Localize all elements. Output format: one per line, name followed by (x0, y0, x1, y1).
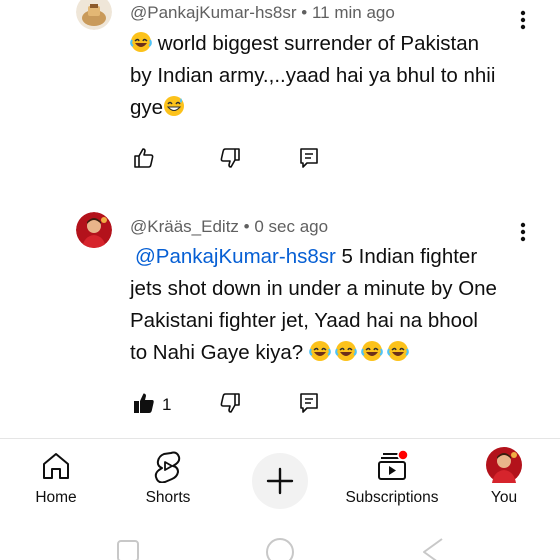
comment-line: world biggest surrender of Pakistan (152, 32, 480, 55)
comment-line: gye (130, 96, 164, 119)
emoji-row (309, 341, 413, 364)
comment-line: 5 Indian fighter (335, 245, 478, 268)
create-button[interactable] (252, 453, 308, 509)
meta-separator: • (301, 3, 308, 22)
laughing-face-icon (130, 31, 152, 53)
nav-label: Subscriptions (345, 489, 439, 506)
comment-line: to Nahi Gaye kiya? (130, 341, 309, 364)
nav-label: Shorts (145, 489, 191, 506)
mention-link[interactable]: @PankajKumar-hs8sr (135, 245, 336, 268)
back-icon[interactable] (420, 537, 446, 560)
comment-line: jets shot down in under a minute by One (130, 277, 497, 300)
nav-home[interactable]: Home (20, 439, 92, 519)
comment-meta: @PankajKumar-hs8sr • 11 min ago (130, 3, 395, 23)
nav-label: You (490, 489, 518, 506)
comment-time: 0 sec ago (254, 217, 329, 236)
nav-shorts[interactable]: Shorts (132, 439, 204, 519)
home-icon (39, 449, 73, 483)
shorts-icon (151, 449, 185, 483)
meta-separator: • (243, 217, 250, 236)
nav-you[interactable]: You (468, 439, 540, 519)
laughing-face-icon (361, 340, 383, 362)
like-button[interactable] (132, 391, 156, 415)
nav-label: Home (35, 489, 77, 506)
comment-text: world biggest surrender of Pakistan by I… (130, 28, 530, 124)
dislike-button[interactable] (218, 146, 242, 170)
grinning-sweat-face-icon (163, 95, 185, 117)
laughing-face-icon (335, 340, 357, 362)
avatar[interactable] (76, 0, 112, 30)
comment-line: Pakistani fighter jet, Yaad hai na bhool (130, 309, 478, 332)
subscriptions-icon (375, 449, 409, 483)
like-button[interactable] (132, 146, 156, 170)
comment-meta: @Krääs_Editz • 0 sec ago (130, 217, 328, 237)
like-count: 1 (162, 395, 172, 414)
laughing-face-icon (309, 340, 331, 362)
comment-text: @PankajKumar-hs8sr 5 Indian fighter jets… (130, 241, 550, 369)
comment-author[interactable]: @Krääs_Editz (130, 217, 239, 236)
dislike-button[interactable] (218, 391, 242, 415)
nav-subscriptions[interactable]: Subscriptions (337, 439, 447, 519)
plus-icon (266, 467, 294, 495)
recents-icon[interactable] (116, 539, 140, 560)
comment-author[interactable]: @PankajKumar-hs8sr (130, 3, 297, 22)
avatar[interactable] (76, 212, 112, 248)
home-circle-icon[interactable] (265, 537, 295, 560)
system-navigation-bar (0, 525, 560, 560)
reply-button[interactable] (297, 391, 321, 415)
comment-time: 11 min ago (311, 3, 395, 22)
comment-line: by Indian army.,..yaad hai ya bhul to nh… (130, 64, 496, 87)
laughing-face-icon (387, 340, 409, 362)
profile-avatar-icon (486, 447, 522, 483)
reply-button[interactable] (297, 146, 321, 170)
